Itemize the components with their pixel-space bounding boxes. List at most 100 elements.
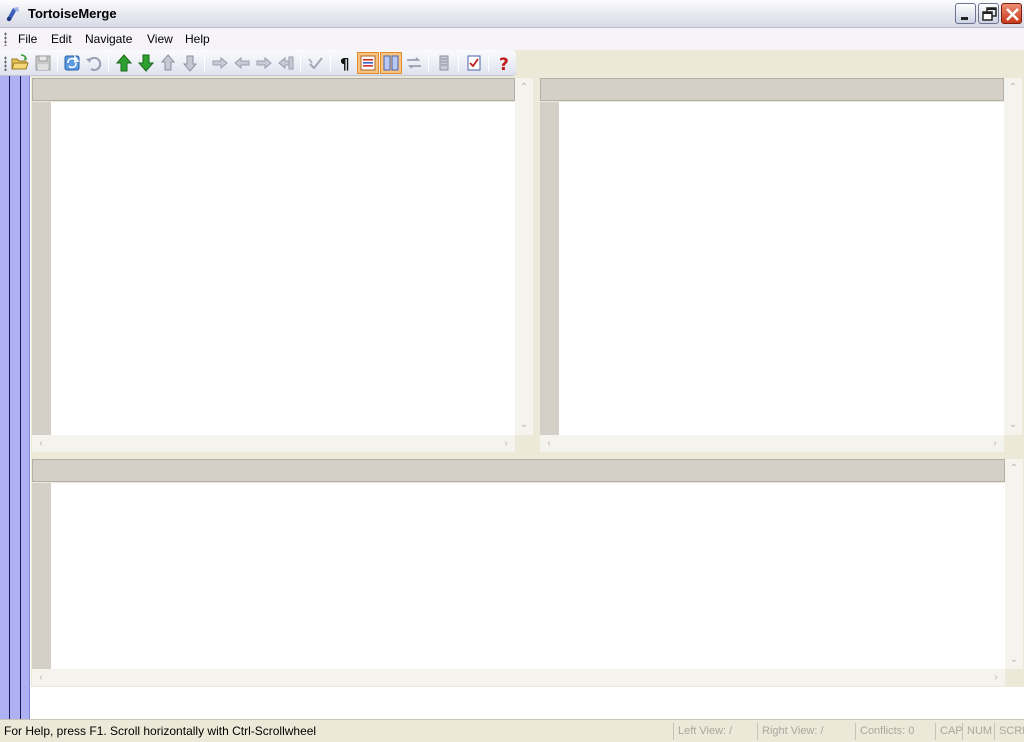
bottom-pane: ⌃ ⌄ ‹ › xyxy=(32,459,1024,687)
save-icon xyxy=(35,55,51,71)
scroll-left-icon[interactable]: ‹ xyxy=(34,670,48,684)
tortoise-app-icon xyxy=(6,7,19,22)
mark-resolved-button[interactable] xyxy=(305,52,327,74)
switch-left-right-icon xyxy=(407,57,421,69)
scroll-right-icon[interactable]: › xyxy=(988,436,1002,450)
previous-conflict-icon xyxy=(160,54,176,71)
right-pane-horizontal-scrollbar[interactable]: ‹ › xyxy=(540,435,1004,452)
minimize-button[interactable] xyxy=(955,3,976,24)
left-pane-horizontal-scrollbar[interactable]: ‹ › xyxy=(32,435,515,452)
previous-difference-icon xyxy=(115,54,133,72)
menu-bar-grip[interactable] xyxy=(4,32,7,46)
status-right-view: Right View: / xyxy=(757,723,853,740)
previous-conflict-button[interactable] xyxy=(157,52,179,74)
previous-difference-button[interactable] xyxy=(113,52,135,74)
empty-area xyxy=(31,687,1024,719)
close-icon xyxy=(1006,8,1019,21)
scroll-right-icon[interactable]: › xyxy=(989,670,1003,684)
reload-button[interactable] xyxy=(61,52,83,74)
locator-line xyxy=(20,76,21,719)
title-bar[interactable]: TortoiseMerge xyxy=(0,0,1024,28)
use-theirs-icon xyxy=(212,56,228,70)
scroll-left-icon[interactable]: ‹ xyxy=(34,436,48,450)
bottom-pane-vertical-scrollbar[interactable]: ⌃ ⌄ xyxy=(1005,459,1023,669)
right-pane-editor[interactable] xyxy=(559,102,1004,435)
main-toolbar: ¶ ? xyxy=(0,50,516,76)
menu-view[interactable]: View xyxy=(145,31,175,47)
right-pane: ⌃ ⌄ ‹ › xyxy=(540,78,1024,453)
help-icon: ? xyxy=(499,55,509,72)
status-num: NUM xyxy=(962,723,994,740)
scroll-up-icon[interactable]: ⌃ xyxy=(517,80,531,94)
status-scrl: SCRL xyxy=(994,723,1024,740)
reload-icon xyxy=(64,54,80,71)
one-pane-view-icon xyxy=(360,55,376,71)
menu-navigate[interactable]: Navigate xyxy=(83,31,134,47)
one-pane-view-button[interactable] xyxy=(357,52,379,74)
use-theirs-before-mine-icon xyxy=(256,56,272,70)
locator-bar-icon xyxy=(439,55,449,71)
menu-help[interactable]: Help xyxy=(183,31,212,47)
status-bar: For Help, press F1. Scroll horizontally … xyxy=(0,719,1024,742)
use-theirs-button[interactable] xyxy=(209,52,231,74)
bottom-pane-editor[interactable] xyxy=(51,483,1005,669)
scroll-up-icon[interactable]: ⌃ xyxy=(1007,461,1021,475)
next-conflict-icon xyxy=(182,55,198,72)
switch-left-right-button[interactable] xyxy=(403,52,425,74)
bottom-pane-header xyxy=(32,459,1005,482)
use-mine-before-theirs-button[interactable] xyxy=(275,52,297,74)
restore-icon xyxy=(982,7,997,21)
left-pane-vertical-scrollbar[interactable]: ⌃ ⌄ xyxy=(515,78,533,435)
locator-bar[interactable] xyxy=(0,76,31,719)
right-pane-line-gutter xyxy=(540,102,559,435)
undo-icon xyxy=(86,56,102,71)
locator-bar-fill xyxy=(0,76,30,719)
bottom-pane-horizontal-scrollbar[interactable]: ‹ › xyxy=(32,669,1005,686)
window-title: TortoiseMerge xyxy=(28,6,117,21)
use-mine-icon xyxy=(234,56,250,70)
two-pane-view-button[interactable] xyxy=(380,52,402,74)
svg-text:?: ? xyxy=(499,55,509,72)
toolbar-separator xyxy=(300,55,301,71)
locator-line xyxy=(9,76,10,719)
left-pane-editor[interactable] xyxy=(51,102,515,435)
toolbar-separator xyxy=(458,55,459,71)
scroll-right-icon[interactable]: › xyxy=(499,436,513,450)
create-patch-button[interactable] xyxy=(463,52,485,74)
use-mine-button[interactable] xyxy=(231,52,253,74)
show-whitespace-button[interactable]: ¶ xyxy=(335,52,357,74)
open-folder-icon xyxy=(11,54,29,70)
menu-bar: File Edit Navigate View Help xyxy=(0,28,1024,50)
next-conflict-button[interactable] xyxy=(179,52,201,74)
mark-resolved-icon xyxy=(308,57,323,70)
scroll-down-icon[interactable]: ⌄ xyxy=(1007,652,1021,666)
close-button[interactable] xyxy=(1001,3,1022,24)
open-button[interactable] xyxy=(9,52,31,74)
menu-edit[interactable]: Edit xyxy=(49,31,74,47)
toolbar-grip[interactable] xyxy=(4,56,7,71)
scroll-down-icon[interactable]: ⌄ xyxy=(1006,417,1020,431)
scroll-up-icon[interactable]: ⌃ xyxy=(1006,80,1020,94)
status-help-text: For Help, press F1. Scroll horizontally … xyxy=(4,724,317,738)
next-difference-button[interactable] xyxy=(135,52,157,74)
toolbar-separator xyxy=(108,55,109,71)
menu-file[interactable]: File xyxy=(16,31,39,47)
undo-button[interactable] xyxy=(83,52,105,74)
next-difference-icon xyxy=(137,54,155,72)
restore-button[interactable] xyxy=(978,3,999,24)
scroll-left-icon[interactable]: ‹ xyxy=(542,436,556,450)
right-pane-vertical-scrollbar[interactable]: ⌃ ⌄ xyxy=(1004,78,1022,435)
use-theirs-before-mine-button[interactable] xyxy=(253,52,275,74)
svg-text:¶: ¶ xyxy=(340,55,350,72)
tortoisemerge-window: TortoiseMerge File Edit Navigate View He… xyxy=(0,0,1024,742)
whitespace-pilcrow-icon: ¶ xyxy=(340,55,350,72)
status-left-view: Left View: / xyxy=(673,723,755,740)
toolbar-separator xyxy=(488,55,489,71)
bottom-pane-line-gutter xyxy=(32,483,51,669)
scroll-down-icon[interactable]: ⌄ xyxy=(517,417,531,431)
status-cap: CAP xyxy=(935,723,963,740)
locator-bar-button[interactable] xyxy=(433,52,455,74)
save-button[interactable] xyxy=(32,52,54,74)
help-button[interactable]: ? xyxy=(493,52,515,74)
create-patch-icon xyxy=(467,55,481,71)
